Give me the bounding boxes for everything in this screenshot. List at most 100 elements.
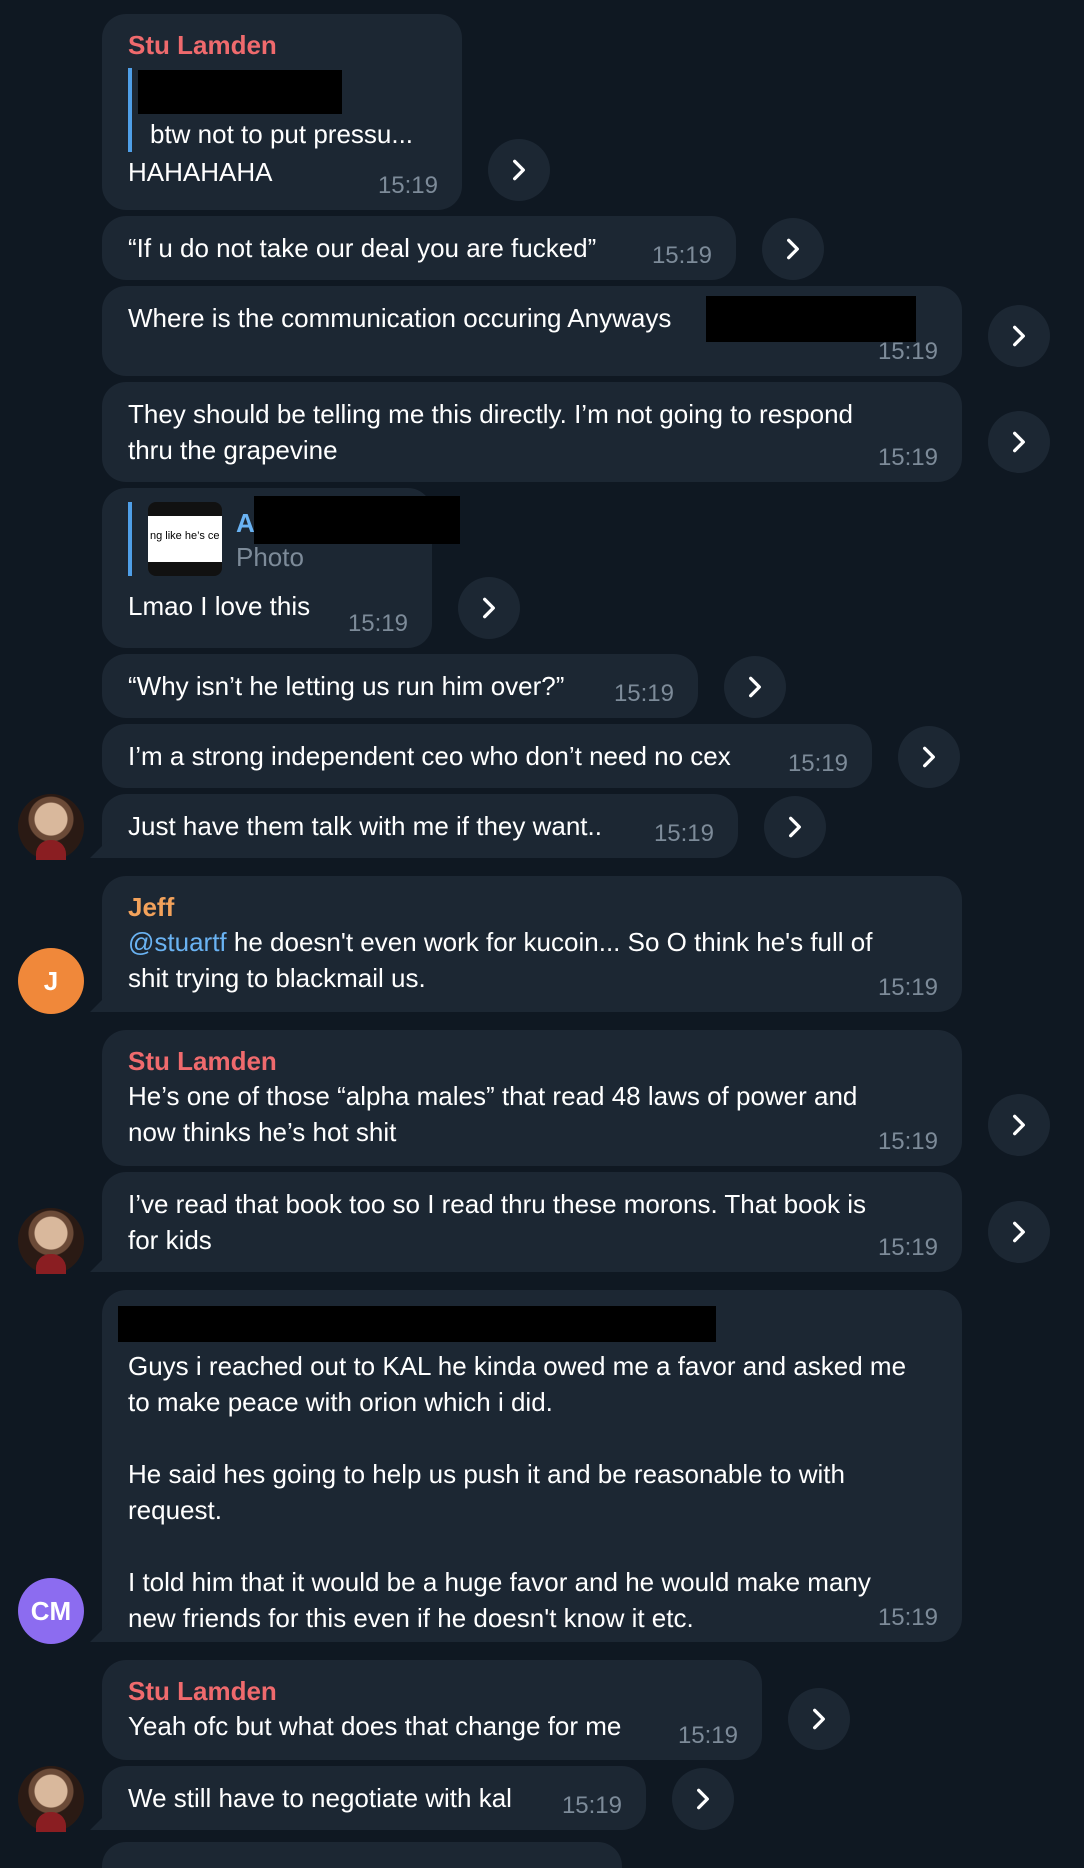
message-text: Yeah ofc but what does that change for m… xyxy=(128,1711,622,1741)
avatar-stu[interactable] xyxy=(18,1766,84,1832)
message-time: 15:19 xyxy=(877,1128,938,1155)
forward-button[interactable] xyxy=(988,1094,1050,1156)
forward-button[interactable] xyxy=(988,305,1050,367)
avatar-jeff[interactable]: J xyxy=(18,948,84,1014)
chevron-right-icon xyxy=(513,159,525,181)
message-text-line: shit trying to blackmail us. xyxy=(128,963,426,993)
message-bubble[interactable]: They should be telling me this directly.… xyxy=(102,382,962,482)
bubble-tail xyxy=(90,1252,110,1272)
redacted-block xyxy=(138,70,342,114)
avatar-cm[interactable]: CM xyxy=(18,1578,84,1644)
forward-button[interactable] xyxy=(488,139,550,201)
message-time: 15:19 xyxy=(651,242,712,269)
message-bubble[interactable]: I’ve read that book too so I read thru t… xyxy=(90,1172,962,1272)
forward-button[interactable] xyxy=(764,796,826,858)
chevron-right-icon xyxy=(697,1788,709,1810)
avatar-initials: CM xyxy=(30,1595,72,1626)
bubble-tail xyxy=(90,992,110,1012)
forward-button[interactable] xyxy=(458,577,520,639)
message-text-rest: he doesn't even work for kucoin... So O … xyxy=(226,927,873,957)
chevron-right-icon xyxy=(1013,1221,1025,1243)
message-text-line: now thinks he’s hot shit xyxy=(128,1117,397,1147)
sender-name: Jeff xyxy=(128,892,175,922)
reply-text: btw not to put pressu... xyxy=(150,119,414,149)
message-bubble[interactable]: Just have them talk with me if they want… xyxy=(90,794,738,858)
sender-name: Stu Lamden xyxy=(128,1046,277,1076)
forward-button[interactable] xyxy=(762,218,824,280)
chevron-right-icon xyxy=(1013,1114,1025,1136)
message-text-line: He’s one of those “alpha males” that rea… xyxy=(128,1081,858,1111)
bubble-tail xyxy=(90,1810,110,1830)
bubble-tail xyxy=(90,1622,110,1642)
chevron-right-icon xyxy=(1013,431,1025,453)
message-time: 15:19 xyxy=(561,1792,622,1819)
forward-button[interactable] xyxy=(788,1688,850,1750)
message-text: I’m a strong independent ceo who don’t n… xyxy=(128,741,731,771)
message-time: 15:19 xyxy=(347,610,408,637)
chevron-right-icon xyxy=(787,238,799,260)
reply-photo-thumb: ng like he’s ce xyxy=(148,502,222,576)
bubble-tail xyxy=(90,838,110,858)
message-bubble[interactable]: ng like he’s ce A Photo Lmao I love this… xyxy=(102,488,460,648)
message-text-line: for kids xyxy=(128,1225,212,1255)
message-text: Just have them talk with me if they want… xyxy=(128,811,602,841)
chevron-right-icon xyxy=(483,597,495,619)
avatar-stu[interactable] xyxy=(18,794,84,860)
redacted-block xyxy=(254,496,460,544)
reply-author: A xyxy=(236,508,255,538)
message-time: 15:19 xyxy=(877,1604,938,1631)
message-text-line: They should be telling me this directly.… xyxy=(128,399,854,429)
message-time: 15:19 xyxy=(877,338,938,365)
chevron-right-icon xyxy=(1013,325,1025,347)
reply-quote[interactable]: btw not to put pressu... xyxy=(128,68,438,152)
avatar-initial: J xyxy=(43,965,59,996)
user-mention-link[interactable]: @stuartf xyxy=(128,927,227,957)
avatar-stu[interactable] xyxy=(18,1208,84,1274)
message-bubble[interactable]: Where is the communication occuring Anyw… xyxy=(102,286,962,376)
redacted-block xyxy=(706,296,916,342)
thumb-text: ng like he’s ce xyxy=(150,530,220,542)
chevron-right-icon xyxy=(789,816,801,838)
sender-name: Stu Lamden xyxy=(128,1676,277,1706)
forward-button[interactable] xyxy=(672,1768,734,1830)
message-bubble[interactable]: Stu Lamden Yeah ofc but what does that c… xyxy=(102,1660,762,1760)
message-time: 15:19 xyxy=(877,974,938,1001)
forward-button[interactable] xyxy=(988,411,1050,473)
chevron-right-icon xyxy=(813,1708,825,1730)
chevron-right-icon xyxy=(923,746,935,768)
message-text: “If u do not take our deal you are fucke… xyxy=(128,233,597,263)
message-bubble[interactable]: We still have to negotiate with kal 15:1… xyxy=(90,1766,646,1830)
message-bubble[interactable]: Stu Lamden btw not to put pressu... HAHA… xyxy=(102,14,462,210)
message-time: 15:19 xyxy=(877,1234,938,1261)
reply-type: Photo xyxy=(236,542,304,572)
message-text-line: @stuartf he doesn't even work for kucoin… xyxy=(128,924,938,960)
message-bubble[interactable]: “If u do not take our deal you are fucke… xyxy=(102,216,736,280)
message-time: 15:19 xyxy=(653,820,714,847)
message-text-line: to make peace with orion which i did. xyxy=(128,1387,553,1417)
message-time: 15:19 xyxy=(677,1722,738,1749)
message-text-line: I told him that it would be a huge favor… xyxy=(128,1567,871,1597)
message-time: 15:19 xyxy=(877,444,938,471)
message-bubble[interactable]: Jeff @stuartf he doesn't even work for k… xyxy=(90,876,962,1012)
message-text: We still have to negotiate with kal xyxy=(128,1783,512,1813)
message-bubble-partial[interactable] xyxy=(102,1842,622,1868)
message-text-line: Guys i reached out to KAL he kinda owed … xyxy=(128,1351,907,1381)
message-text: “Why isn’t he letting us run him over?” xyxy=(128,671,565,701)
message-bubble[interactable]: Guys i reached out to KAL he kinda owed … xyxy=(90,1290,962,1642)
message-text-line: He said hes going to help us push it and… xyxy=(128,1459,845,1489)
message-text-line: thru the grapevine xyxy=(128,435,338,465)
forward-button[interactable] xyxy=(724,656,786,718)
forward-button[interactable] xyxy=(988,1201,1050,1263)
message-time: 15:19 xyxy=(377,172,438,199)
reply-quote[interactable]: ng like he’s ce A Photo xyxy=(128,496,460,576)
message-bubble[interactable]: “Why isn’t he letting us run him over?” … xyxy=(102,654,698,718)
message-text-line: new friends for this even if he doesn't … xyxy=(128,1603,694,1633)
chevron-right-icon xyxy=(749,676,761,698)
message-bubble[interactable]: I’m a strong independent ceo who don’t n… xyxy=(102,724,872,788)
message-bubble[interactable]: Stu Lamden He’s one of those “alpha male… xyxy=(102,1030,962,1166)
sender-name: Stu Lamden xyxy=(128,30,277,60)
message-text-line: I’ve read that book too so I read thru t… xyxy=(128,1189,867,1219)
forward-button[interactable] xyxy=(898,726,960,788)
message-time: 15:19 xyxy=(787,750,848,777)
redacted-block xyxy=(118,1306,716,1342)
